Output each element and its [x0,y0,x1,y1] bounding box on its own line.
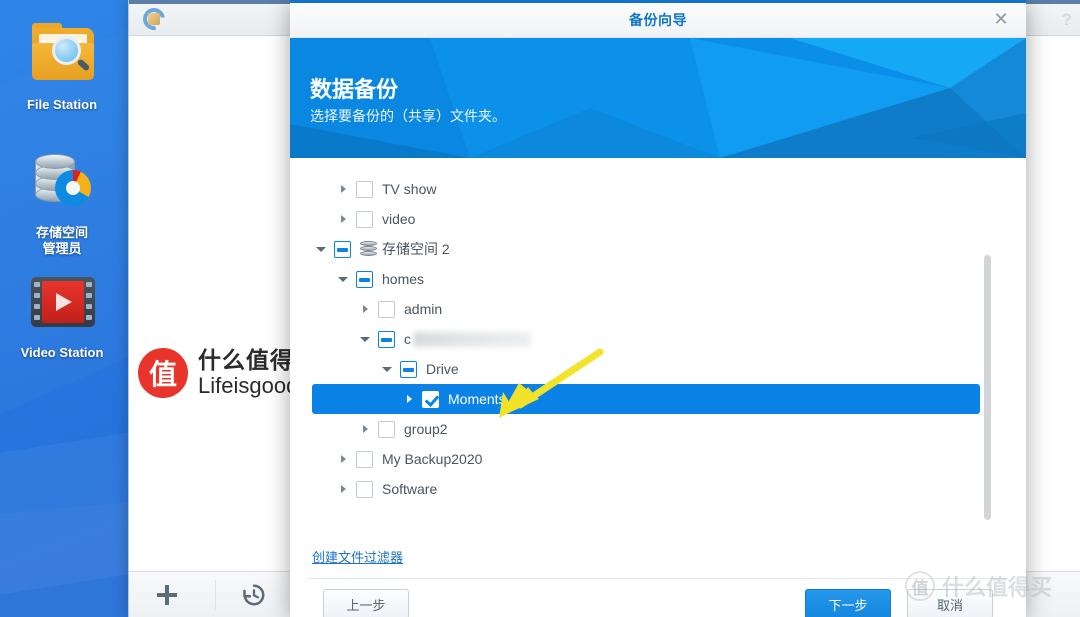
chevron-right-icon[interactable] [400,395,418,403]
dialog-banner: 数据备份 选择要备份的（共享）文件夹。 [290,38,1026,158]
desktop-icon-file-station[interactable]: File Station [1,20,123,113]
watermark-seal: 值 [138,348,188,398]
tree-row[interactable]: homes [312,264,1004,294]
chevron-right-icon[interactable] [356,305,374,313]
watermark-corner-seal: 值 [905,571,935,601]
watermark-corner-text: 什么值得买 [942,575,1053,600]
tree-checkbox[interactable] [356,480,373,498]
desktop-icon-label: Video Station [20,345,104,360]
tree-row[interactable]: admin [312,294,1004,324]
banner-facets [290,38,1026,158]
banner-subheading: 选择要备份的（共享）文件夹。 [310,108,506,124]
tree-checkbox[interactable] [356,180,373,198]
tree-checkbox[interactable] [334,240,351,258]
tree-row[interactable]: Drive [312,354,1004,384]
tree-scrollbar[interactable] [984,255,991,520]
tree-checkbox[interactable] [378,300,395,318]
restore-history-icon [243,584,265,605]
storage-manager-icon [1,148,123,220]
tree-checkbox[interactable] [378,420,395,438]
desktop-icon-label: 存储空间 管理员 [1,225,123,257]
tree-row-label: Drive [426,361,459,377]
hyper-backup-icon [138,3,170,35]
screen: File Station 存储空间 管理员 Video Station ? 值 … [0,0,1080,617]
tree-row[interactable]: c [312,324,1004,354]
next-button[interactable]: 下一步 [805,589,891,617]
shared-folder-tree[interactable]: OwDownloadTV showvideo存储空间 2homesadmincD… [290,158,1026,536]
tree-row-label: homes [382,271,425,287]
tree-row[interactable]: 存储空间 2 [312,234,1004,264]
redacted-username [413,331,531,347]
tree-checkbox[interactable] [356,210,373,228]
tree-row[interactable]: video [312,204,1004,234]
chevron-right-icon[interactable] [334,185,352,193]
tree-row[interactable]: group2 [312,414,1004,444]
file-station-icon [1,20,123,92]
desktop-icon-label-line2: 管理员 [42,241,82,256]
volume-icon [360,241,377,257]
video-station-icon [1,268,123,340]
backup-wizard-dialog: 备份向导 ✕ 数据备份 选择要备份的（共享）文件夹。 OwDownloadTV … [290,0,1026,617]
tree-row-label: 存储空间 2 [382,241,450,257]
tree-row[interactable]: Moments [312,384,980,414]
tree-row-label: video [382,211,416,227]
plus-icon [157,584,177,605]
tree-checkbox[interactable] [400,360,417,378]
tree-row-label: My Backup2020 [382,451,483,467]
chevron-right-icon[interactable] [334,215,352,223]
desktop-icon-storage-manager[interactable]: 存储空间 管理员 [1,148,123,257]
chevron-down-icon[interactable] [334,276,352,282]
tree-row[interactable]: TV show [312,174,1004,204]
previous-button[interactable]: 上一步 [323,589,409,617]
desktop-icon-label-line1: 存储空间 [35,225,88,240]
chevron-down-icon[interactable] [312,246,330,252]
footer-divider [308,578,1008,579]
chevron-right-icon[interactable] [334,485,352,493]
chevron-down-icon[interactable] [378,366,396,372]
chevron-right-icon[interactable] [334,455,352,463]
tree-checkbox[interactable] [422,390,439,408]
tree-row-label: group2 [404,421,448,437]
tree-row-label: admin [404,301,443,317]
restore-history-button[interactable] [216,572,292,617]
chevron-right-icon[interactable] [356,425,374,433]
close-icon[interactable]: ✕ [990,9,1012,31]
create-file-filter-link[interactable]: 创建文件过滤器 [312,547,403,566]
tree-checkbox[interactable] [356,270,373,288]
banner-heading: 数据备份 [310,77,399,102]
desktop-icon-label: File Station [26,97,98,112]
tree-rows: OwDownloadTV showvideo存储空间 2homesadmincD… [312,158,1004,504]
add-button[interactable] [129,572,205,617]
chevron-down-icon[interactable] [356,336,374,342]
tree-row-label: TV show [382,181,437,197]
tree-row[interactable]: Software [312,474,1004,504]
dialog-title: 备份向导 [629,12,687,28]
tree-top-clip [290,158,1026,172]
tree-row[interactable]: My Backup2020 [312,444,1004,474]
tree-row-label: Moments [448,391,506,407]
tree-row-label: Software [382,481,438,497]
help-icon[interactable]: ? [1062,10,1072,30]
watermark-corner: 值 什么值得买 [905,570,1052,602]
tree-checkbox[interactable] [356,450,373,468]
tree-checkbox[interactable] [378,330,395,348]
desktop-icon-video-station[interactable]: Video Station [1,268,123,361]
dialog-titlebar[interactable]: 备份向导 [290,3,1026,38]
tree-row-label: c [404,331,411,347]
